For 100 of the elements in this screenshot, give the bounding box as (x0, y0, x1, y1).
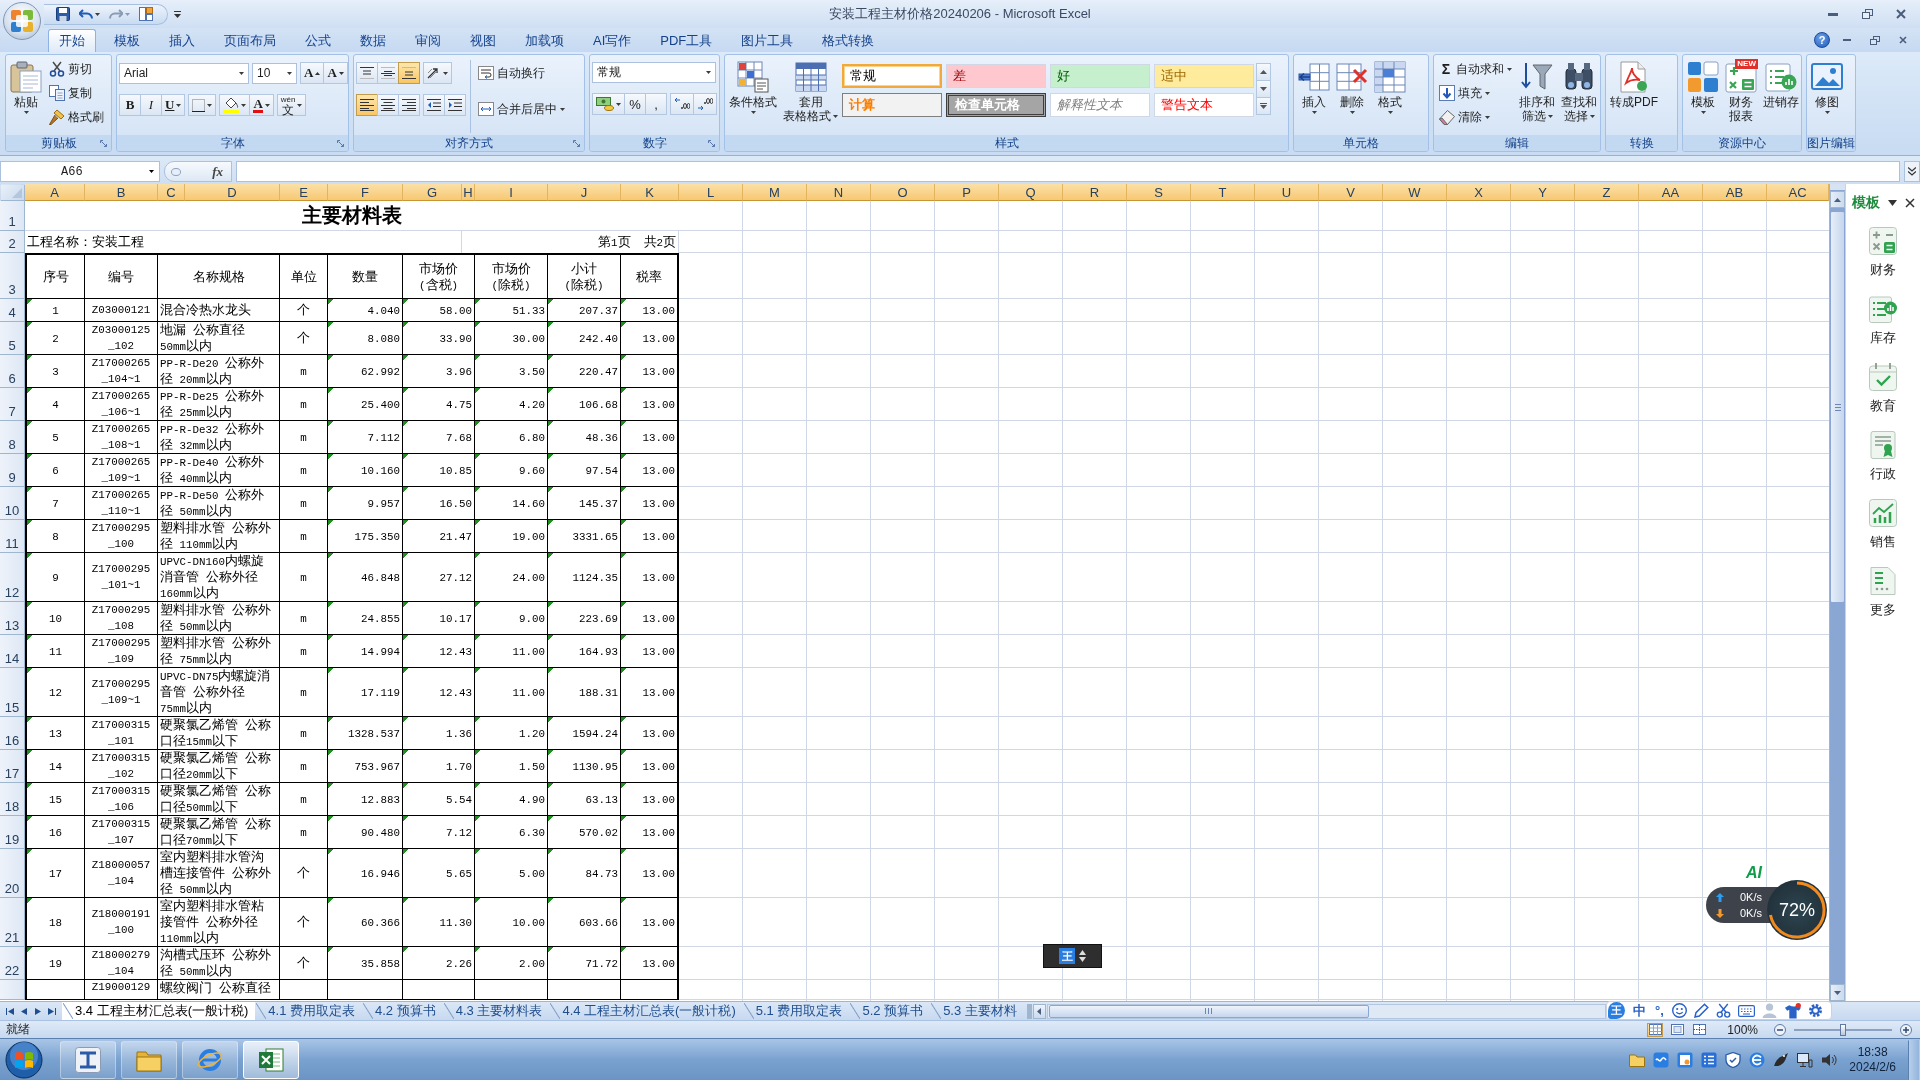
fill-button[interactable]: 填充 (1436, 82, 1515, 104)
shield-icon[interactable] (1725, 1051, 1742, 1068)
templates-button[interactable]: 模板 (1685, 58, 1721, 138)
decrease-indent-button[interactable] (423, 94, 445, 116)
align-left-button[interactable] (356, 94, 378, 116)
split-handle[interactable] (1830, 184, 1845, 191)
accounting-format-button[interactable] (592, 93, 625, 115)
bold-button[interactable]: B (119, 94, 141, 116)
vertical-scrollbar[interactable] (1829, 184, 1845, 1001)
merge-center-button[interactable]: 合并后居中 (475, 98, 568, 120)
explorer-taskbar-button[interactable] (121, 1040, 177, 1079)
wrap-text-button[interactable]: 自动换行 (475, 62, 568, 84)
list-tile-icon[interactable] (1701, 1051, 1718, 1068)
insert-button[interactable]: 插入 (1296, 58, 1332, 138)
align-center-button[interactable] (377, 94, 399, 116)
cell-style-option[interactable]: 解释性文本 (1050, 93, 1150, 117)
phonetic-guide-button[interactable]: wén 文 (276, 94, 307, 116)
smiley-icon[interactable] (1671, 1003, 1687, 1018)
copy-button[interactable]: 复制 (46, 82, 107, 104)
gallery-up-button[interactable] (1256, 63, 1271, 81)
clock-time[interactable]: 18:38 (1857, 1044, 1888, 1060)
template-category-button[interactable]: 销售 (1855, 498, 1911, 552)
save-button[interactable] (54, 5, 72, 23)
layout-button[interactable] (137, 5, 155, 23)
scissors-icon[interactable] (1715, 1003, 1731, 1018)
font-size-field[interactable]: 10 (252, 62, 297, 84)
align-right-button[interactable] (398, 94, 420, 116)
template-category-button[interactable]: 教育 (1855, 362, 1911, 416)
show-desktop-button[interactable] (1908, 1039, 1920, 1080)
font-name-field[interactable]: Arial (119, 62, 249, 84)
scrollbar-thumb[interactable] (1048, 1004, 1369, 1018)
e-logo-icon[interactable] (1749, 1051, 1766, 1068)
template-category-button[interactable]: 更多 (1855, 566, 1911, 620)
spreadsheet-taskbar-button[interactable] (243, 1040, 299, 1079)
comma-style-button[interactable]: , (645, 93, 667, 115)
settings-icon[interactable] (1807, 1003, 1823, 1018)
ribbon-tab[interactable]: 格式转换 (811, 29, 886, 52)
computer-icon[interactable] (1797, 1051, 1814, 1068)
formula-input[interactable] (236, 161, 1900, 182)
underline-button[interactable]: U (161, 94, 186, 116)
zoom-slider-thumb[interactable] (1840, 1023, 1846, 1036)
keyboard-icon[interactable] (1737, 1004, 1755, 1017)
horizontal-scrollbar[interactable] (1046, 1003, 1606, 1019)
number-format-field[interactable]: 常规 (592, 62, 716, 83)
gallery-more-button[interactable] (1256, 97, 1271, 115)
fill-color-button[interactable] (219, 94, 251, 116)
template-category-button[interactable]: 财务 (1855, 226, 1911, 280)
align-middle-button[interactable] (377, 62, 399, 84)
speaker-icon[interactable] (1821, 1051, 1838, 1068)
scroll-down-button[interactable] (1830, 984, 1845, 1001)
align-top-button[interactable] (356, 62, 378, 84)
view-button[interactable] (1691, 1022, 1708, 1037)
clear-button[interactable]: 清除 (1436, 106, 1515, 128)
grow-font-button[interactable]: A (300, 62, 325, 84)
shirt-icon[interactable] (1783, 1002, 1801, 1019)
scroll-up-button[interactable] (1830, 191, 1845, 208)
zoom-level[interactable]: 100% (1727, 1022, 1758, 1037)
ribbon-tab[interactable]: 页面布局 (213, 29, 287, 52)
photo-tile-icon[interactable] (1677, 1051, 1694, 1068)
ribbon-tab[interactable]: 图片工具 (730, 29, 805, 52)
zoom-out-button[interactable] (1772, 1022, 1788, 1037)
cell-style-option[interactable]: 警告文本 (1154, 93, 1254, 117)
name-box[interactable]: A66 (0, 161, 160, 182)
insert-function-button[interactable]: fx (164, 161, 232, 182)
cut-button[interactable]: 剪切 (46, 58, 107, 80)
gallery-down-button[interactable] (1256, 80, 1271, 98)
borders-button[interactable] (188, 94, 217, 116)
dialog-launcher-button[interactable] (99, 139, 108, 148)
input-method-logo[interactable]: 王 (1608, 1002, 1625, 1019)
clock-date[interactable]: 2024/2/6 (1849, 1059, 1896, 1075)
ribbon-tab[interactable]: 视图 (459, 29, 507, 52)
increase-indent-button[interactable] (444, 94, 466, 116)
dialog-launcher-button[interactable] (572, 139, 581, 148)
cell-style-option[interactable]: 适中 (1154, 64, 1254, 88)
input-mode-toggle[interactable]: 中 (1632, 1002, 1647, 1019)
orientation-button[interactable] (423, 62, 452, 84)
input-method-logo[interactable]: 王 (1059, 948, 1075, 964)
format-painter-button[interactable]: 格式刷 (46, 106, 107, 128)
ribbon-tab[interactable]: 公式 (294, 29, 342, 52)
pen-icon[interactable] (1693, 1003, 1709, 1018)
up-down-arrows-icon[interactable] (1079, 950, 1086, 962)
zoom-in-button[interactable] (1898, 1022, 1914, 1037)
percent-style-button[interactable]: % (624, 93, 646, 115)
autosum-button[interactable]: Σ 自动求和 (1436, 58, 1515, 80)
shrink-font-button[interactable]: A (323, 62, 348, 84)
browser-taskbar-button[interactable] (182, 1040, 238, 1079)
punctuation-toggle[interactable]: °, (1654, 1002, 1665, 1019)
sheet-tab[interactable]: 3.4 工程主材汇总表(一般计税) (62, 1002, 256, 1020)
panel-close-button[interactable] (1904, 197, 1916, 209)
ribbon-tab[interactable]: PDF工具 (649, 29, 724, 52)
cell-style-option[interactable]: 差 (946, 64, 1046, 88)
cell-style-option[interactable]: 好 (1050, 64, 1150, 88)
decrease-decimal-button[interactable] (693, 93, 717, 115)
dialog-launcher-button[interactable] (336, 139, 345, 148)
scrollbar-thumb[interactable] (1830, 211, 1845, 603)
bird-icon[interactable] (1773, 1051, 1790, 1068)
ribbon-tab[interactable]: 插入 (158, 29, 206, 52)
increase-decimal-button[interactable] (670, 93, 694, 115)
template-category-button[interactable]: 库存 (1855, 294, 1911, 348)
ribbon-tab[interactable]: AI写作 (582, 29, 643, 52)
